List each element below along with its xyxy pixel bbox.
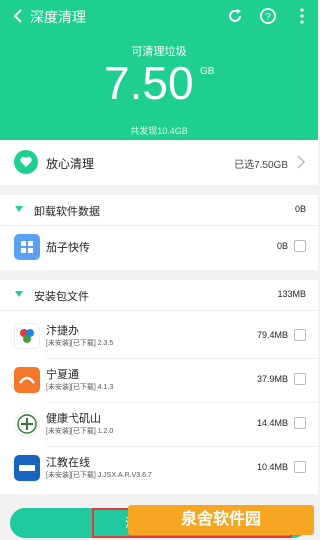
app-status: [未安装][已下载] 1.2.0 bbox=[46, 428, 114, 435]
divider bbox=[46, 358, 318, 359]
divider bbox=[46, 402, 318, 403]
top-bar: 深度清理 ? bbox=[0, 0, 318, 32]
app-icon bbox=[14, 323, 40, 349]
refresh-icon[interactable] bbox=[225, 6, 245, 26]
cleanable-unit: GB bbox=[200, 66, 215, 77]
app-size: 79.4MB bbox=[256, 330, 288, 340]
section-header[interactable]: 卸载软件数据 0B bbox=[0, 195, 318, 225]
app-name: 健康弋矶山 bbox=[46, 413, 101, 425]
back-icon[interactable] bbox=[10, 8, 26, 24]
app-status: [未安装][已下载] 4.1.3 bbox=[46, 384, 114, 391]
app-icon bbox=[14, 367, 40, 393]
select-checkbox[interactable] bbox=[294, 461, 306, 473]
divider bbox=[46, 446, 318, 447]
worry-free-label: 放心清理 bbox=[46, 157, 95, 171]
list-item[interactable]: 茄子快传 0B bbox=[0, 227, 318, 267]
app-icon bbox=[14, 455, 40, 481]
app-name: 宁夏通 bbox=[46, 369, 79, 381]
section-header[interactable]: 安装包文件 133MB bbox=[0, 280, 318, 310]
selected-size: 已选7.50GB bbox=[234, 160, 288, 171]
divider bbox=[0, 225, 318, 226]
collapse-icon bbox=[15, 206, 23, 212]
install-packages-section: 安装包文件 133MB 汴捷办 [未安装][已下载] 2.3.5 79.4MB … bbox=[0, 280, 318, 494]
app-status: [未安装][已下载] 2.3.5 bbox=[46, 340, 114, 347]
app-size: 14.4MB bbox=[256, 418, 288, 428]
chevron-right-icon bbox=[297, 155, 306, 169]
divider bbox=[0, 310, 318, 311]
select-checkbox[interactable] bbox=[294, 240, 306, 252]
worry-free-clean-row[interactable]: 放心清理 已选7.50GB bbox=[0, 140, 318, 185]
section-size: 0B bbox=[294, 204, 306, 214]
select-checkbox[interactable] bbox=[294, 417, 306, 429]
list-item[interactable]: 健康弋矶山 [未安装][已下载] 1.2.0 14.4MB bbox=[0, 404, 318, 444]
list-item[interactable]: 宁夏通 [未安装][已下载] 4.1.3 37.9MB bbox=[0, 360, 318, 400]
cleanable-amount: 7.50 bbox=[104, 57, 194, 109]
app-size: 10.4MB bbox=[256, 462, 288, 472]
svg-text:?: ? bbox=[265, 12, 271, 23]
app-size: 37.9MB bbox=[256, 374, 288, 384]
app-status: [未安装][已下载] J.JSX.A.R.V3.6.7 bbox=[46, 472, 152, 479]
app-name: 茄子快传 bbox=[46, 242, 90, 254]
list-item[interactable]: 江教在线 [未安装][已下载] J.JSX.A.R.V3.6.7 10.4MB bbox=[0, 448, 318, 488]
more-icon[interactable] bbox=[292, 6, 312, 26]
heart-icon bbox=[14, 150, 38, 174]
uninstalled-data-section: 卸载软件数据 0B 茄子快传 0B bbox=[0, 195, 318, 270]
page-title: 深度清理 bbox=[30, 9, 86, 25]
select-checkbox[interactable] bbox=[294, 373, 306, 385]
help-icon[interactable]: ? bbox=[258, 6, 278, 26]
watermark: 泉舍软件园 bbox=[128, 505, 314, 535]
select-checkbox[interactable] bbox=[294, 329, 306, 341]
app-name: 江教在线 bbox=[46, 457, 90, 469]
list-item[interactable]: 汴捷办 [未安装][已下载] 2.3.5 79.4MB bbox=[0, 316, 318, 356]
section-size: 133MB bbox=[277, 289, 306, 299]
found-total: 共发现10.4GB bbox=[130, 126, 188, 136]
section-title: 卸载软件数据 bbox=[34, 206, 100, 218]
section-title: 安装包文件 bbox=[34, 291, 89, 303]
collapse-icon bbox=[15, 291, 23, 297]
app-size: 0B bbox=[276, 241, 288, 251]
app-icon bbox=[14, 234, 40, 260]
app-name: 汴捷办 bbox=[46, 325, 79, 337]
app-icon bbox=[14, 411, 40, 437]
header: 深度清理 ? 可清理垃圾 7.50 GB 共发现10.4GB bbox=[0, 0, 318, 140]
